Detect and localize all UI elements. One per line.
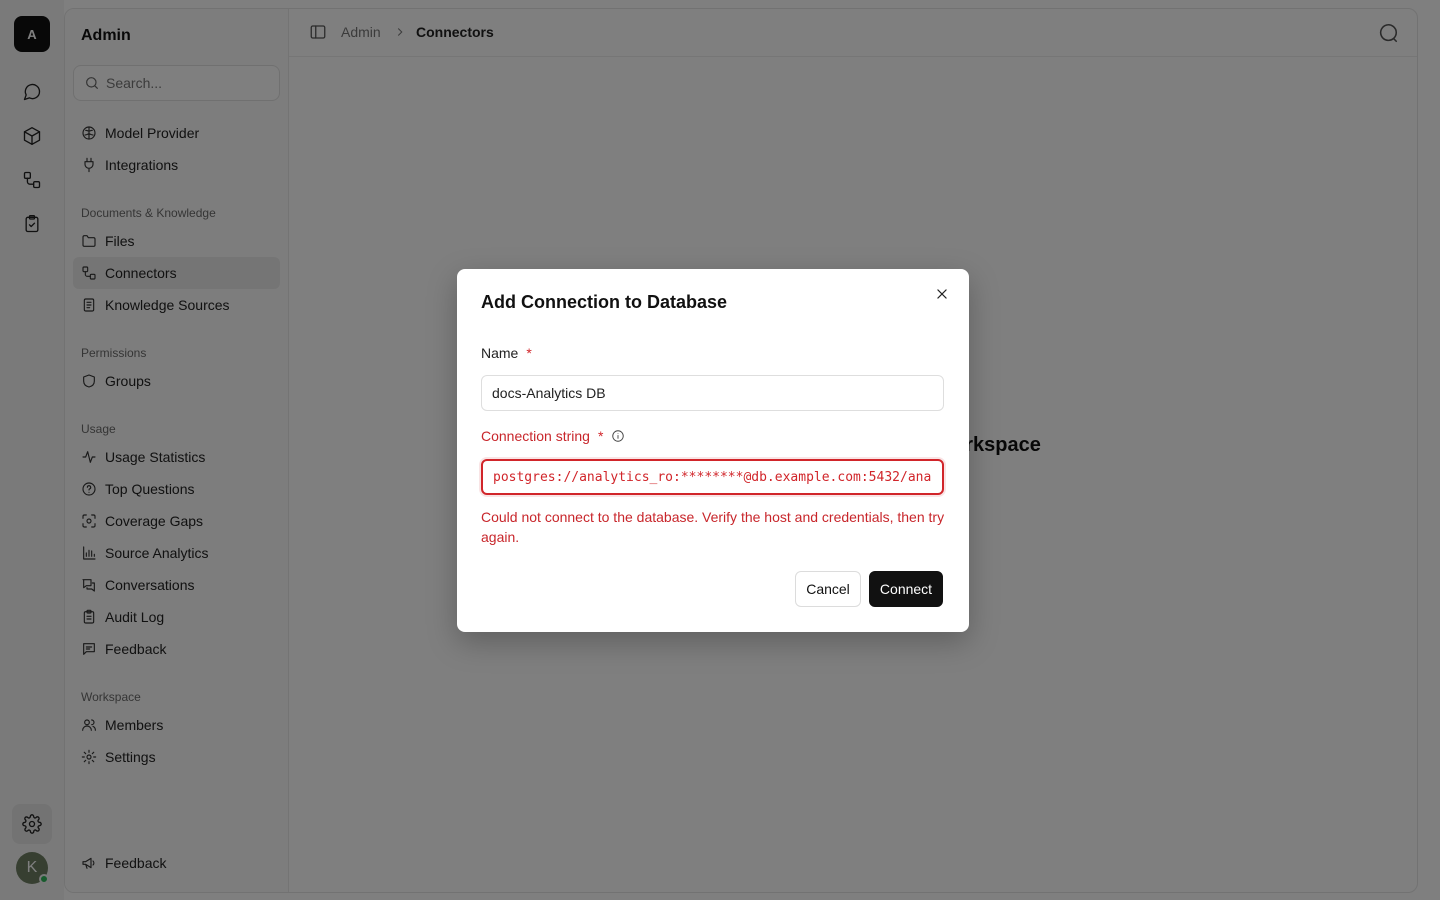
add-connection-dialog: Add Connection to Database Name * Connec… bbox=[457, 269, 969, 632]
name-label: Name * bbox=[481, 345, 532, 361]
close-button[interactable] bbox=[933, 285, 951, 303]
name-label-text: Name bbox=[481, 345, 519, 361]
connection-error-message: Could not connect to the database. Verif… bbox=[481, 509, 945, 545]
connect-button[interactable]: Connect bbox=[869, 571, 943, 607]
connection-string-label: Connection string * bbox=[481, 428, 625, 444]
required-asterisk: * bbox=[526, 345, 532, 361]
cancel-button[interactable]: Cancel bbox=[795, 571, 861, 607]
connection-string-label-text: Connection string bbox=[481, 428, 590, 444]
connection-string-input[interactable] bbox=[481, 459, 944, 495]
name-input[interactable] bbox=[481, 375, 944, 411]
dialog-title: Add Connection to Database bbox=[481, 292, 728, 312]
required-asterisk: * bbox=[597, 428, 604, 444]
close-icon bbox=[937, 289, 947, 299]
info-icon[interactable] bbox=[611, 429, 625, 443]
